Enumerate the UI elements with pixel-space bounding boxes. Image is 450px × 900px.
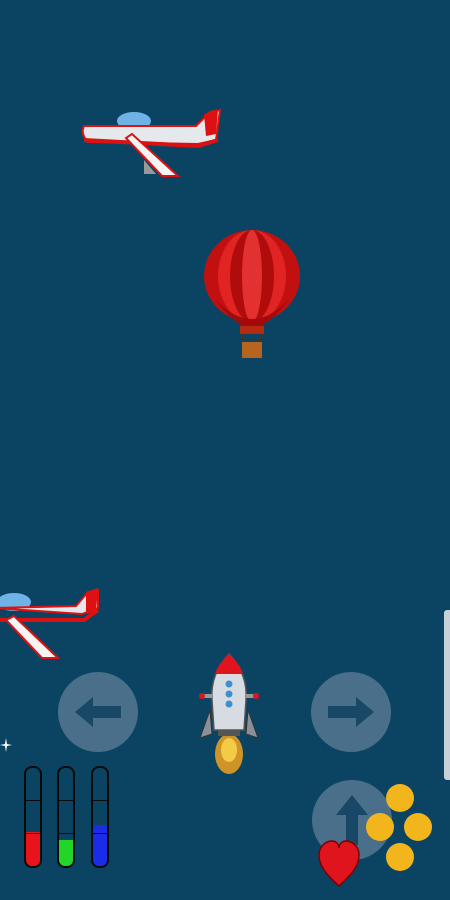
airplane-sprite-top — [81, 108, 222, 177]
gauge-tick — [26, 800, 40, 802]
red-gauge-fill — [26, 831, 40, 866]
green-gauge — [57, 766, 75, 868]
red-gauge — [24, 766, 42, 868]
airplane-icon — [0, 588, 100, 659]
edge-panel-handle[interactable] — [444, 610, 450, 780]
arrow-right-icon — [328, 697, 374, 727]
coins-cluster — [366, 784, 432, 871]
game-stage[interactable] — [0, 0, 450, 900]
rocket-icon — [199, 652, 259, 774]
rocket-player — [199, 652, 259, 774]
green-gauge-fill — [59, 839, 73, 866]
hot-air-balloon-sprite — [204, 230, 300, 358]
coin-icon — [366, 784, 432, 871]
arrow-left-icon — [75, 697, 121, 727]
blue-gauge — [91, 766, 109, 868]
move-right-button[interactable] — [311, 672, 391, 752]
gauge-tick — [26, 832, 40, 834]
gauge-tick — [59, 832, 73, 834]
heart-icon — [318, 840, 360, 888]
airplane-icon — [81, 108, 222, 177]
gauge-tick — [59, 800, 73, 802]
airplane-sprite-bottom — [0, 588, 100, 659]
sparkle-icon — [0, 738, 12, 752]
move-left-button[interactable] — [58, 672, 138, 752]
hot-air-balloon-icon — [204, 230, 300, 358]
blue-gauge-fill — [93, 824, 107, 866]
gauge-tick — [93, 832, 107, 834]
gauge-tick — [93, 800, 107, 802]
